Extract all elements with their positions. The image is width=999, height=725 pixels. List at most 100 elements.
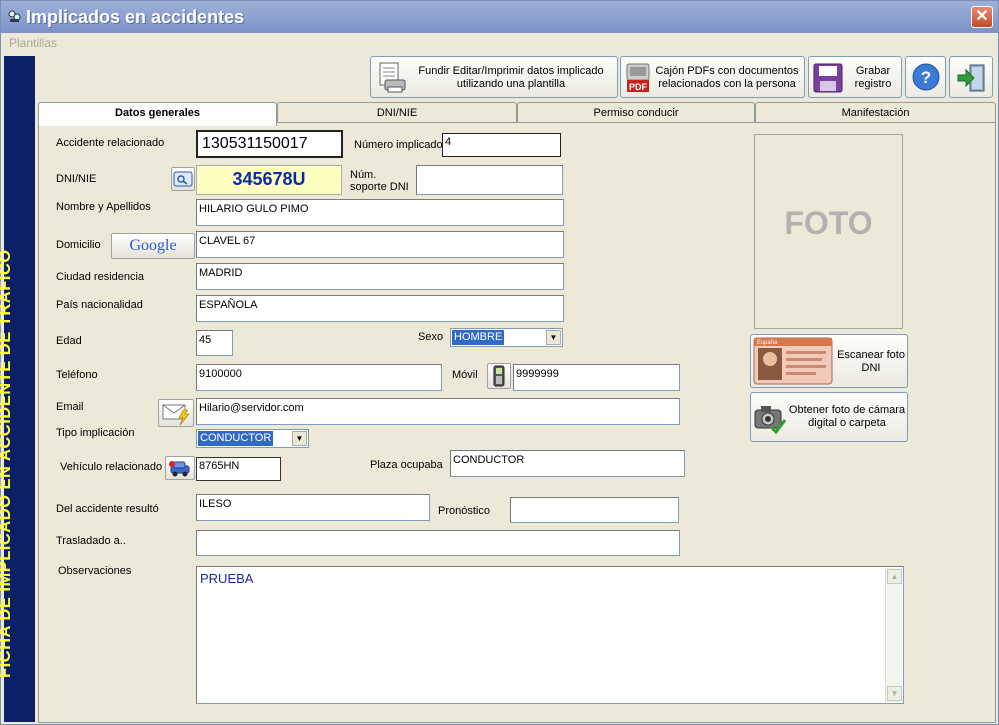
camera-label-line2: digital o carpeta <box>808 417 886 429</box>
movil-label: Móvil <box>452 369 478 381</box>
dni-label: DNI/NIE <box>56 173 97 185</box>
scroll-down-icon[interactable]: ▼ <box>887 686 902 701</box>
camera-label-line1: Obtener foto de cámara <box>788 404 906 416</box>
soporte-label-line1: Núm. <box>350 169 377 181</box>
nombre-field[interactable]: HILARIO GULO PIMO <box>196 199 564 226</box>
id-card-icon: España <box>753 337 833 385</box>
sexo-select[interactable]: HOMBRE ▼ <box>450 328 563 347</box>
pronostico-label: Pronóstico <box>438 505 490 517</box>
svg-text:PDF: PDF <box>629 82 648 92</box>
car-icon <box>169 461 190 477</box>
domicilio-field[interactable]: CLAVEL 67 <box>196 231 564 258</box>
scroll-up-icon[interactable]: ▲ <box>887 569 902 584</box>
vehiculo-label: Vehículo relacionado <box>60 461 163 473</box>
menu-bar: Plantillas <box>1 33 998 53</box>
telefono-label: Teléfono <box>56 369 98 381</box>
camera-photo-button[interactable]: Obtener foto de cámara digital o carpeta <box>750 392 908 442</box>
plaza-label: Plaza ocupaba <box>370 459 443 471</box>
menu-plantillas[interactable]: Plantillas <box>9 36 57 50</box>
numero-implicado-field[interactable]: 4 <box>442 133 561 157</box>
help-button[interactable]: ? <box>905 56 946 98</box>
domicilio-label: Domicilio <box>56 239 101 251</box>
tipo-implicacion-select[interactable]: CONDUCTOR ▼ <box>196 429 309 448</box>
tab-datos-generales[interactable]: Datos generales <box>38 102 277 126</box>
tab-permiso-conducir[interactable]: Permiso conducir <box>517 102 755 123</box>
mobile-phone-icon <box>493 365 505 387</box>
pronostico-field[interactable] <box>510 497 679 523</box>
ciudad-field[interactable]: MADRID <box>196 263 564 290</box>
window-title: Implicados en accidentes <box>26 7 245 27</box>
close-button[interactable]: ✕ <box>971 6 993 28</box>
edad-label: Edad <box>56 335 82 347</box>
id-search-icon <box>173 171 193 187</box>
resulto-field[interactable]: ILESO <box>196 494 430 521</box>
save-label-line1: Grabar <box>855 65 891 77</box>
merge-label-line1: Fundir Editar/Imprimir datos implicado <box>418 65 604 77</box>
accidente-field[interactable]: 130531150017 <box>196 130 343 158</box>
pdf-drawer-button[interactable]: PDF Cajón PDFs con documentos relacionad… <box>620 56 805 98</box>
merge-label-line2: utilizando una plantilla <box>456 78 566 90</box>
google-logo-icon: Google <box>129 237 177 254</box>
dni-info-button[interactable] <box>171 167 195 191</box>
tipo-implicacion-label: Tipo implicación <box>56 427 135 439</box>
scan-label-line2: DNI <box>861 362 881 374</box>
telefono-field[interactable]: 9100000 <box>196 364 442 391</box>
dni-field[interactable]: 345678U <box>196 165 342 195</box>
tab-dni-nie[interactable]: DNI/NIE <box>277 102 517 123</box>
soporte-dni-label: Núm. soporte DNI <box>350 169 409 193</box>
email-label: Email <box>56 401 84 413</box>
observaciones-textarea[interactable]: PRUEBA ▲ ▼ <box>196 566 904 704</box>
vehiculo-field[interactable]: 8765HN <box>196 457 281 481</box>
google-maps-button[interactable]: Google <box>111 233 195 259</box>
vehiculo-link-button[interactable] <box>165 456 195 480</box>
numero-implicado-label: Número implicado <box>354 139 443 151</box>
scan-dni-photo-button[interactable]: España Escanear foto DNI <box>750 334 908 388</box>
title-bar[interactable]: Implicados en accidentes ✕ <box>1 1 998 33</box>
resulto-label: Del accidente resultó <box>56 503 159 515</box>
merge-template-button[interactable]: Fundir Editar/Imprimir datos implicado u… <box>370 56 618 98</box>
scan-label-line1: Escanear foto <box>837 349 905 361</box>
pdf-label-line2: relacionados con la persona <box>658 78 796 90</box>
application-window: Implicados en accidentes ✕ Plantillas FI… <box>0 0 999 725</box>
observaciones-scrollbar[interactable]: ▲ ▼ <box>885 568 902 702</box>
tipo-selected-value: CONDUCTOR <box>198 431 274 446</box>
exit-door-icon <box>957 64 985 92</box>
ciudad-label: Ciudad residencia <box>56 271 145 283</box>
trasladado-label: Trasladado a.. <box>56 535 126 547</box>
pdf-label-line1: Cajón PDFs con documentos <box>655 65 799 77</box>
floppy-disk-icon <box>813 63 843 93</box>
pais-field[interactable]: ESPAÑOLA <box>196 295 564 322</box>
accidente-label: Accidente relacionado <box>56 137 165 149</box>
svg-text:?: ? <box>921 68 931 87</box>
save-label-line2: registro <box>854 78 892 90</box>
soporte-label-line2: soporte DNI <box>350 181 409 193</box>
observaciones-label: Observaciones <box>58 565 132 577</box>
trasladado-field[interactable] <box>196 530 680 556</box>
movil-field[interactable]: 9999999 <box>513 364 680 391</box>
movil-call-button[interactable] <box>487 363 511 389</box>
print-document-icon <box>379 62 406 93</box>
email-field[interactable]: Hilario@servidor.com <box>196 398 680 425</box>
pais-label: País nacionalidad <box>56 299 143 311</box>
camera-icon <box>754 406 787 435</box>
photo-placeholder: FOTO <box>784 205 873 241</box>
tab-manifestacion[interactable]: Manifestación <box>755 102 996 123</box>
exit-button[interactable] <box>949 56 993 98</box>
save-record-button[interactable]: Grabar registro <box>808 56 902 98</box>
soporte-dni-field[interactable] <box>416 165 563 195</box>
observaciones-text: PRUEBA <box>200 571 254 586</box>
sidebar-vertical-title: FICHA DE IMPLICADO EN ACCIDENTE DE TRÁFI… <box>0 249 14 678</box>
chevron-down-icon[interactable]: ▼ <box>546 330 561 345</box>
sexo-selected-value: HOMBRE <box>452 330 505 345</box>
sexo-label: Sexo <box>418 331 444 343</box>
sidebar-banner: FICHA DE IMPLICADO EN ACCIDENTE DE TRÁFI… <box>0 56 35 722</box>
photo-frame[interactable]: FOTO <box>754 134 903 329</box>
email-send-icon <box>162 404 190 426</box>
app-icon <box>8 10 21 22</box>
chevron-down-icon[interactable]: ▼ <box>292 431 307 446</box>
pdf-icon: PDF <box>626 63 650 92</box>
send-email-button[interactable] <box>158 399 194 427</box>
svg-text:España: España <box>757 340 778 346</box>
edad-field[interactable]: 45 <box>196 330 233 356</box>
plaza-field[interactable]: CONDUCTOR <box>450 450 685 477</box>
